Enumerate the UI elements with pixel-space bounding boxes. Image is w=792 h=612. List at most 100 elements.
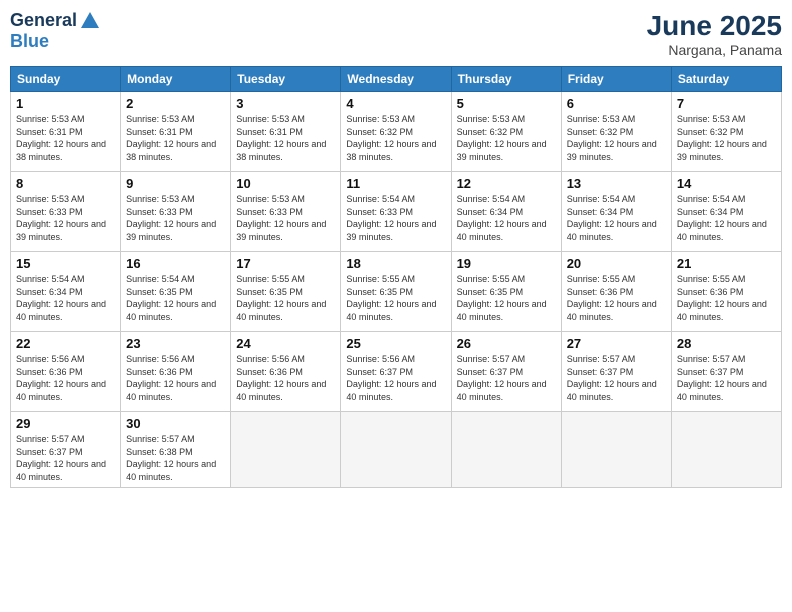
- calendar-cell: 13 Sunrise: 5:54 AM Sunset: 6:34 PM Dayl…: [561, 172, 671, 252]
- day-number: 4: [346, 96, 445, 111]
- day-info: Sunrise: 5:57 AM Sunset: 6:37 PM Dayligh…: [567, 353, 666, 403]
- calendar-cell: 5 Sunrise: 5:53 AM Sunset: 6:32 PM Dayli…: [451, 92, 561, 172]
- column-header-saturday: Saturday: [671, 67, 781, 92]
- calendar-week-row: 15 Sunrise: 5:54 AM Sunset: 6:34 PM Dayl…: [11, 252, 782, 332]
- day-number: 5: [457, 96, 556, 111]
- calendar-cell: 9 Sunrise: 5:53 AM Sunset: 6:33 PM Dayli…: [121, 172, 231, 252]
- day-info: Sunrise: 5:53 AM Sunset: 6:32 PM Dayligh…: [677, 113, 776, 163]
- day-number: 14: [677, 176, 776, 191]
- calendar-cell: 1 Sunrise: 5:53 AM Sunset: 6:31 PM Dayli…: [11, 92, 121, 172]
- day-info: Sunrise: 5:57 AM Sunset: 6:38 PM Dayligh…: [126, 433, 225, 483]
- day-info: Sunrise: 5:53 AM Sunset: 6:31 PM Dayligh…: [236, 113, 335, 163]
- calendar-cell: 23 Sunrise: 5:56 AM Sunset: 6:36 PM Dayl…: [121, 332, 231, 412]
- day-info: Sunrise: 5:55 AM Sunset: 6:35 PM Dayligh…: [457, 273, 556, 323]
- day-number: 8: [16, 176, 115, 191]
- calendar-cell: 14 Sunrise: 5:54 AM Sunset: 6:34 PM Dayl…: [671, 172, 781, 252]
- calendar-cell: 30 Sunrise: 5:57 AM Sunset: 6:38 PM Dayl…: [121, 412, 231, 488]
- day-number: 9: [126, 176, 225, 191]
- day-number: 20: [567, 256, 666, 271]
- day-number: 13: [567, 176, 666, 191]
- day-info: Sunrise: 5:53 AM Sunset: 6:33 PM Dayligh…: [236, 193, 335, 243]
- day-info: Sunrise: 5:53 AM Sunset: 6:32 PM Dayligh…: [346, 113, 445, 163]
- calendar-header-row: SundayMondayTuesdayWednesdayThursdayFrid…: [11, 67, 782, 92]
- calendar-cell: 19 Sunrise: 5:55 AM Sunset: 6:35 PM Dayl…: [451, 252, 561, 332]
- day-number: 23: [126, 336, 225, 351]
- calendar-cell: 4 Sunrise: 5:53 AM Sunset: 6:32 PM Dayli…: [341, 92, 451, 172]
- calendar-cell: 21 Sunrise: 5:55 AM Sunset: 6:36 PM Dayl…: [671, 252, 781, 332]
- calendar-week-row: 29 Sunrise: 5:57 AM Sunset: 6:37 PM Dayl…: [11, 412, 782, 488]
- calendar-cell: 11 Sunrise: 5:54 AM Sunset: 6:33 PM Dayl…: [341, 172, 451, 252]
- day-info: Sunrise: 5:57 AM Sunset: 6:37 PM Dayligh…: [457, 353, 556, 403]
- day-info: Sunrise: 5:56 AM Sunset: 6:36 PM Dayligh…: [16, 353, 115, 403]
- calendar-cell: 8 Sunrise: 5:53 AM Sunset: 6:33 PM Dayli…: [11, 172, 121, 252]
- day-info: Sunrise: 5:57 AM Sunset: 6:37 PM Dayligh…: [677, 353, 776, 403]
- calendar-cell: 18 Sunrise: 5:55 AM Sunset: 6:35 PM Dayl…: [341, 252, 451, 332]
- day-number: 7: [677, 96, 776, 111]
- calendar-cell: 12 Sunrise: 5:54 AM Sunset: 6:34 PM Dayl…: [451, 172, 561, 252]
- day-number: 15: [16, 256, 115, 271]
- calendar-cell: [671, 412, 781, 488]
- day-number: 27: [567, 336, 666, 351]
- calendar-cell: 3 Sunrise: 5:53 AM Sunset: 6:31 PM Dayli…: [231, 92, 341, 172]
- day-info: Sunrise: 5:53 AM Sunset: 6:32 PM Dayligh…: [567, 113, 666, 163]
- day-info: Sunrise: 5:55 AM Sunset: 6:36 PM Dayligh…: [567, 273, 666, 323]
- calendar-cell: 24 Sunrise: 5:56 AM Sunset: 6:36 PM Dayl…: [231, 332, 341, 412]
- day-info: Sunrise: 5:53 AM Sunset: 6:31 PM Dayligh…: [126, 113, 225, 163]
- day-number: 1: [16, 96, 115, 111]
- calendar-cell: 20 Sunrise: 5:55 AM Sunset: 6:36 PM Dayl…: [561, 252, 671, 332]
- day-info: Sunrise: 5:54 AM Sunset: 6:33 PM Dayligh…: [346, 193, 445, 243]
- day-number: 10: [236, 176, 335, 191]
- day-info: Sunrise: 5:53 AM Sunset: 6:33 PM Dayligh…: [16, 193, 115, 243]
- calendar-cell: 27 Sunrise: 5:57 AM Sunset: 6:37 PM Dayl…: [561, 332, 671, 412]
- month-year: June 2025: [647, 10, 782, 42]
- day-number: 24: [236, 336, 335, 351]
- day-number: 6: [567, 96, 666, 111]
- column-header-monday: Monday: [121, 67, 231, 92]
- day-number: 3: [236, 96, 335, 111]
- day-info: Sunrise: 5:54 AM Sunset: 6:35 PM Dayligh…: [126, 273, 225, 323]
- day-number: 12: [457, 176, 556, 191]
- column-header-sunday: Sunday: [11, 67, 121, 92]
- day-number: 26: [457, 336, 556, 351]
- day-number: 25: [346, 336, 445, 351]
- calendar-week-row: 8 Sunrise: 5:53 AM Sunset: 6:33 PM Dayli…: [11, 172, 782, 252]
- day-number: 18: [346, 256, 445, 271]
- calendar-cell: 17 Sunrise: 5:55 AM Sunset: 6:35 PM Dayl…: [231, 252, 341, 332]
- column-header-wednesday: Wednesday: [341, 67, 451, 92]
- day-number: 29: [16, 416, 115, 431]
- calendar-cell: 10 Sunrise: 5:53 AM Sunset: 6:33 PM Dayl…: [231, 172, 341, 252]
- calendar-cell: 16 Sunrise: 5:54 AM Sunset: 6:35 PM Dayl…: [121, 252, 231, 332]
- day-number: 22: [16, 336, 115, 351]
- day-number: 16: [126, 256, 225, 271]
- day-info: Sunrise: 5:55 AM Sunset: 6:35 PM Dayligh…: [346, 273, 445, 323]
- calendar-cell: 15 Sunrise: 5:54 AM Sunset: 6:34 PM Dayl…: [11, 252, 121, 332]
- day-info: Sunrise: 5:55 AM Sunset: 6:36 PM Dayligh…: [677, 273, 776, 323]
- calendar-week-row: 22 Sunrise: 5:56 AM Sunset: 6:36 PM Dayl…: [11, 332, 782, 412]
- day-number: 17: [236, 256, 335, 271]
- day-number: 19: [457, 256, 556, 271]
- calendar-week-row: 1 Sunrise: 5:53 AM Sunset: 6:31 PM Dayli…: [11, 92, 782, 172]
- day-info: Sunrise: 5:53 AM Sunset: 6:31 PM Dayligh…: [16, 113, 115, 163]
- calendar-cell: 26 Sunrise: 5:57 AM Sunset: 6:37 PM Dayl…: [451, 332, 561, 412]
- logo: General Blue: [10, 10, 101, 52]
- title-block: June 2025 Nargana, Panama: [647, 10, 782, 58]
- calendar-cell: [231, 412, 341, 488]
- day-info: Sunrise: 5:55 AM Sunset: 6:35 PM Dayligh…: [236, 273, 335, 323]
- calendar-table: SundayMondayTuesdayWednesdayThursdayFrid…: [10, 66, 782, 488]
- day-info: Sunrise: 5:54 AM Sunset: 6:34 PM Dayligh…: [677, 193, 776, 243]
- calendar-cell: [561, 412, 671, 488]
- column-header-friday: Friday: [561, 67, 671, 92]
- day-info: Sunrise: 5:56 AM Sunset: 6:37 PM Dayligh…: [346, 353, 445, 403]
- day-info: Sunrise: 5:54 AM Sunset: 6:34 PM Dayligh…: [16, 273, 115, 323]
- day-info: Sunrise: 5:54 AM Sunset: 6:34 PM Dayligh…: [567, 193, 666, 243]
- day-info: Sunrise: 5:57 AM Sunset: 6:37 PM Dayligh…: [16, 433, 115, 483]
- calendar-cell: 2 Sunrise: 5:53 AM Sunset: 6:31 PM Dayli…: [121, 92, 231, 172]
- day-info: Sunrise: 5:56 AM Sunset: 6:36 PM Dayligh…: [126, 353, 225, 403]
- page-header: General Blue June 2025 Nargana, Panama: [10, 10, 782, 58]
- day-number: 11: [346, 176, 445, 191]
- logo-text: General: [10, 10, 101, 32]
- day-number: 2: [126, 96, 225, 111]
- calendar-cell: [341, 412, 451, 488]
- day-info: Sunrise: 5:53 AM Sunset: 6:33 PM Dayligh…: [126, 193, 225, 243]
- calendar-cell: 7 Sunrise: 5:53 AM Sunset: 6:32 PM Dayli…: [671, 92, 781, 172]
